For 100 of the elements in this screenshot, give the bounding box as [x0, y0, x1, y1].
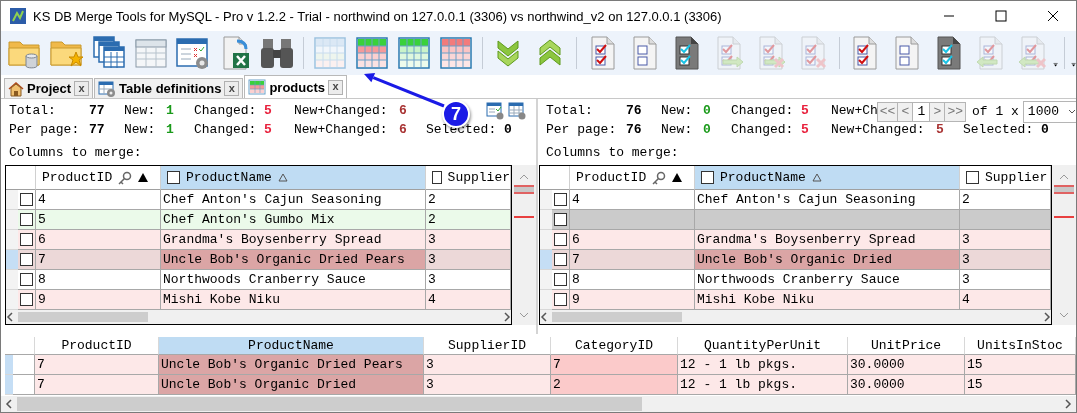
row-marker[interactable] — [540, 270, 552, 290]
row-marker[interactable] — [6, 210, 18, 230]
table-cell: 3 — [424, 375, 551, 395]
first-page-button[interactable]: << — [876, 101, 899, 122]
row-checkbox[interactable] — [554, 233, 567, 246]
stat-label: New: — [124, 122, 157, 137]
stat-value: 5 — [801, 122, 810, 137]
row-marker[interactable] — [540, 190, 552, 210]
row-checkbox[interactable] — [20, 253, 33, 266]
table-cell: 7 — [570, 250, 695, 270]
horizontal-scrollbar[interactable] — [540, 310, 1051, 324]
key-icon — [118, 170, 133, 185]
stat-value: 5 — [936, 122, 945, 137]
table-cell: 7 — [35, 355, 159, 375]
column-title: ProductName — [186, 170, 272, 185]
column-header[interactable]: ProductName — [159, 337, 424, 355]
table-cell: 4 — [36, 190, 161, 210]
table-cell: Northwoods Cranberry Sauce — [695, 270, 960, 290]
row-checkbox[interactable] — [20, 233, 33, 246]
row-marker[interactable] — [6, 230, 18, 250]
row-marker[interactable] — [540, 230, 552, 250]
overview-scrollbar[interactable] — [512, 165, 536, 325]
row-marker[interactable] — [5, 355, 13, 375]
row-marker[interactable] — [540, 290, 552, 310]
table-cell: 2 — [426, 210, 511, 230]
scroll-right-icon[interactable] — [1064, 399, 1072, 409]
overview-scrollbar[interactable] — [1052, 165, 1076, 325]
grid-icon — [353, 35, 390, 71]
table-cell: Uncle Bob's Organic Dried Pears — [159, 355, 424, 375]
tab-label: Table definitions — [119, 81, 222, 96]
row-marker[interactable] — [6, 250, 18, 270]
close-tab-button[interactable]: x — [224, 81, 240, 96]
row-checkbox[interactable] — [20, 213, 33, 226]
last-page-button[interactable]: >> — [944, 101, 967, 122]
table-cell: 3 — [960, 230, 1051, 250]
table-cell: 9 — [36, 290, 161, 310]
table-cell: 5 — [36, 210, 161, 230]
stat-value: 1 — [166, 122, 175, 137]
row-marker[interactable] — [6, 290, 18, 310]
table-settings-icon[interactable] — [508, 102, 526, 120]
page-count: of 1 x — [972, 104, 1019, 119]
column-checkbox[interactable] — [966, 171, 979, 184]
scroll-left-icon[interactable] — [5, 399, 13, 409]
row-checkbox[interactable] — [554, 193, 567, 206]
row-marker[interactable] — [540, 250, 552, 270]
column-checkbox[interactable] — [167, 171, 180, 184]
row-checkbox[interactable] — [554, 273, 567, 286]
close-tab-button[interactable]: x — [74, 81, 90, 96]
row-marker[interactable] — [6, 190, 18, 210]
horizontal-scrollbar[interactable] — [6, 310, 511, 324]
row-checkbox[interactable] — [554, 213, 567, 226]
scroll-left-icon[interactable] — [540, 312, 548, 322]
grid-settings-icon[interactable] — [486, 102, 504, 120]
stat-value: 77 — [89, 103, 106, 118]
column-header[interactable]: ProductName — [695, 166, 960, 190]
row-checkbox[interactable] — [554, 293, 567, 306]
stat-label: Per page: — [9, 122, 81, 137]
table-cell: 15 — [965, 375, 1076, 395]
stat-value: 77 — [89, 122, 106, 137]
stat-value: 6 — [399, 122, 408, 137]
horizontal-scrollbar[interactable] — [1, 396, 1076, 412]
overflow-icon[interactable] — [1070, 61, 1076, 69]
column-title: Supplier — [985, 170, 1048, 185]
overflow-icon[interactable] — [1053, 61, 1059, 69]
row-checkbox[interactable] — [20, 193, 33, 206]
row-marker[interactable] — [5, 375, 13, 395]
column-header[interactable]: ProductName — [161, 166, 426, 190]
tab[interactable]: products x — [244, 75, 348, 98]
table-cell: Uncle Bob's Organic Dried Pears — [161, 250, 426, 270]
table-settings-icon — [98, 80, 117, 97]
row-checkbox[interactable] — [20, 293, 33, 306]
sort-ascending-icon — [672, 173, 683, 182]
close-tab-button[interactable]: x — [328, 79, 344, 95]
row-checkbox[interactable] — [20, 273, 33, 286]
scroll-right-icon[interactable] — [503, 312, 511, 322]
tab[interactable]: Table definitions x — [94, 78, 244, 98]
tab[interactable]: Project x — [4, 78, 94, 98]
sort-ascending-icon — [811, 173, 822, 182]
chevron-down-icon[interactable] — [1067, 108, 1076, 115]
row-checkbox[interactable] — [554, 253, 567, 266]
scroll-right-icon[interactable] — [1043, 312, 1051, 322]
page-field[interactable]: 1 — [912, 101, 931, 122]
page-size-dropdown[interactable]: 1000 — [1022, 100, 1076, 123]
tab-label: Project — [27, 81, 72, 96]
row-marker[interactable] — [6, 270, 18, 290]
table-cell: 9 — [570, 290, 695, 310]
stat-value: 0 — [703, 103, 712, 118]
column-title: ProductID — [42, 170, 113, 185]
table-cell: 4 — [426, 290, 511, 310]
table-cell: Chef Anton's Cajun Seasoning — [695, 190, 960, 210]
column-checkbox[interactable] — [432, 171, 442, 184]
table-cell: 8 — [570, 270, 695, 290]
column-checkbox[interactable] — [701, 171, 714, 184]
stat-label: New+Ch — [831, 103, 878, 118]
stat-value: 1 — [166, 103, 175, 118]
previous-page-button[interactable]: < — [897, 101, 914, 122]
window-title: KS DB Merge Tools for MySQL - Pro v 1.2.2 - Trial - northwind on 127.0.0.1 (3306) vs northwind_v2 on 127.0.0.1 (3306) — [33, 8, 723, 24]
scroll-left-icon[interactable] — [6, 312, 14, 322]
row-marker[interactable] — [540, 210, 552, 230]
table-cell: 30.0000 — [848, 375, 965, 395]
